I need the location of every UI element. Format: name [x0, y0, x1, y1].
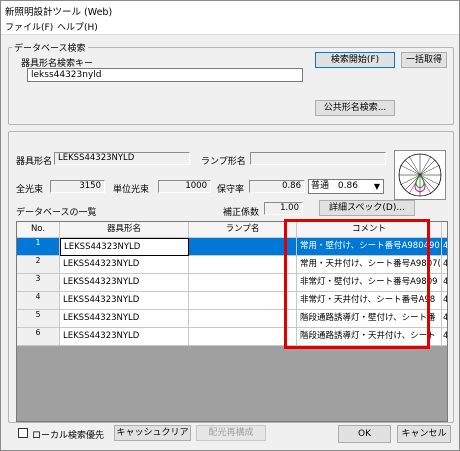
table-header-extra — [442, 222, 447, 238]
correction-label: 補正係数 — [223, 208, 260, 218]
table-row-number[interactable]: 3 — [17, 274, 60, 292]
table-header-lamp: ランプ名 — [189, 222, 297, 238]
lamp-value — [250, 152, 386, 165]
detail-spec-button[interactable]: 詳細スペック(D)... — [319, 200, 415, 216]
lamp-label: ランプ形名 — [201, 157, 246, 167]
fixture-label: 器具形名 — [16, 157, 53, 167]
table-header-fixture: 器具形名 — [60, 222, 189, 238]
comment-highlight-box — [284, 219, 430, 349]
table-cell-fixture[interactable]: LEKSS44323NYLD — [60, 310, 189, 328]
search-start-button[interactable]: 検索開始(F) — [315, 52, 395, 68]
table-row-number[interactable]: 1 — [17, 238, 60, 256]
menu-help[interactable]: ヘルプ(H) — [57, 20, 98, 33]
unit-flux-value: 1000 — [158, 180, 211, 193]
table-cell-extra[interactable]: 4 — [442, 274, 447, 292]
table-cell-fixture[interactable]: LEKSS44323NYLD — [60, 238, 189, 256]
maintenance-label: 保守率 — [217, 185, 245, 195]
search-key-input[interactable]: lekss44323nyld — [27, 68, 303, 82]
table-header-no: No. — [17, 222, 60, 238]
table-row-number[interactable]: 2 — [17, 256, 60, 274]
table-cell-fixture[interactable]: LEKSS44323NYLD — [60, 328, 189, 346]
light-rebuild-button[interactable]: 配光再構成 — [196, 425, 266, 441]
maintenance-select-value: 0.86 — [337, 181, 358, 191]
main-window: 新照明設計ツール (Web) ファイル(F) ヘルプ(H) データベース検索 器… — [0, 0, 460, 451]
maintenance-value: 0.86 — [249, 180, 305, 193]
local-search-label: ローカル検索優先 — [32, 431, 105, 441]
maintenance-select-type: 普通 — [311, 181, 330, 191]
table-row-number[interactable]: 4 — [17, 292, 60, 310]
table-cell-lamp[interactable] — [189, 328, 297, 346]
table-cell-extra[interactable]: 4 — [442, 256, 447, 274]
table-cell-lamp[interactable] — [189, 256, 297, 274]
table-cell-extra[interactable]: 4 — [442, 328, 447, 346]
table-cell-lamp[interactable] — [189, 274, 297, 292]
table-cell-extra[interactable]: 4 — [442, 238, 447, 256]
total-flux-value: 3150 — [50, 180, 105, 193]
table-cell-extra[interactable]: 4 — [442, 292, 447, 310]
table-cell-lamp[interactable] — [189, 310, 297, 328]
menu-file[interactable]: ファイル(F) — [5, 20, 53, 33]
maintenance-select[interactable]: 普通 0.86 ▼ — [308, 179, 384, 194]
public-search-button[interactable]: 公共形名検索... — [315, 100, 395, 116]
chevron-down-icon: ▼ — [373, 182, 380, 191]
polar-diagram-icon — [398, 153, 442, 197]
table-cell-fixture[interactable]: LEKSS44323NYLD — [60, 292, 189, 310]
title-bar: 新照明設計ツール (Web) — [1, 1, 459, 19]
fixture-value: LEKSS44323NYLD — [54, 152, 190, 165]
table-cell-lamp[interactable] — [189, 238, 297, 256]
table-cell-fixture[interactable]: LEKSS44323NYLD — [60, 256, 189, 274]
correction-value: 1.00 — [264, 202, 303, 215]
db-list-label: データベースの一覧 — [16, 208, 97, 218]
unit-flux-label: 単位光束 — [113, 185, 150, 195]
bulk-get-button[interactable]: 一括取得 — [401, 52, 447, 68]
ok-button[interactable]: OK — [338, 425, 391, 443]
local-search-checkbox[interactable] — [18, 428, 28, 438]
light-distribution-chart — [394, 150, 446, 200]
table-row-number[interactable]: 6 — [17, 328, 60, 346]
total-flux-label: 全光束 — [16, 185, 44, 195]
menu-bar: ファイル(F) ヘルプ(H) — [1, 19, 459, 35]
table-cell-extra[interactable]: 4 — [442, 310, 447, 328]
cache-clear-button[interactable]: キャッシュクリア — [114, 425, 191, 441]
table-row-number[interactable]: 5 — [17, 310, 60, 328]
db-search-group-label: データベース検索 — [12, 41, 88, 54]
window-title: 新照明設計ツール (Web) — [5, 7, 113, 18]
table-cell-fixture[interactable]: LEKSS44323NYLD — [60, 274, 189, 292]
table-cell-lamp[interactable] — [189, 292, 297, 310]
cancel-button[interactable]: キャンセル — [397, 425, 451, 443]
